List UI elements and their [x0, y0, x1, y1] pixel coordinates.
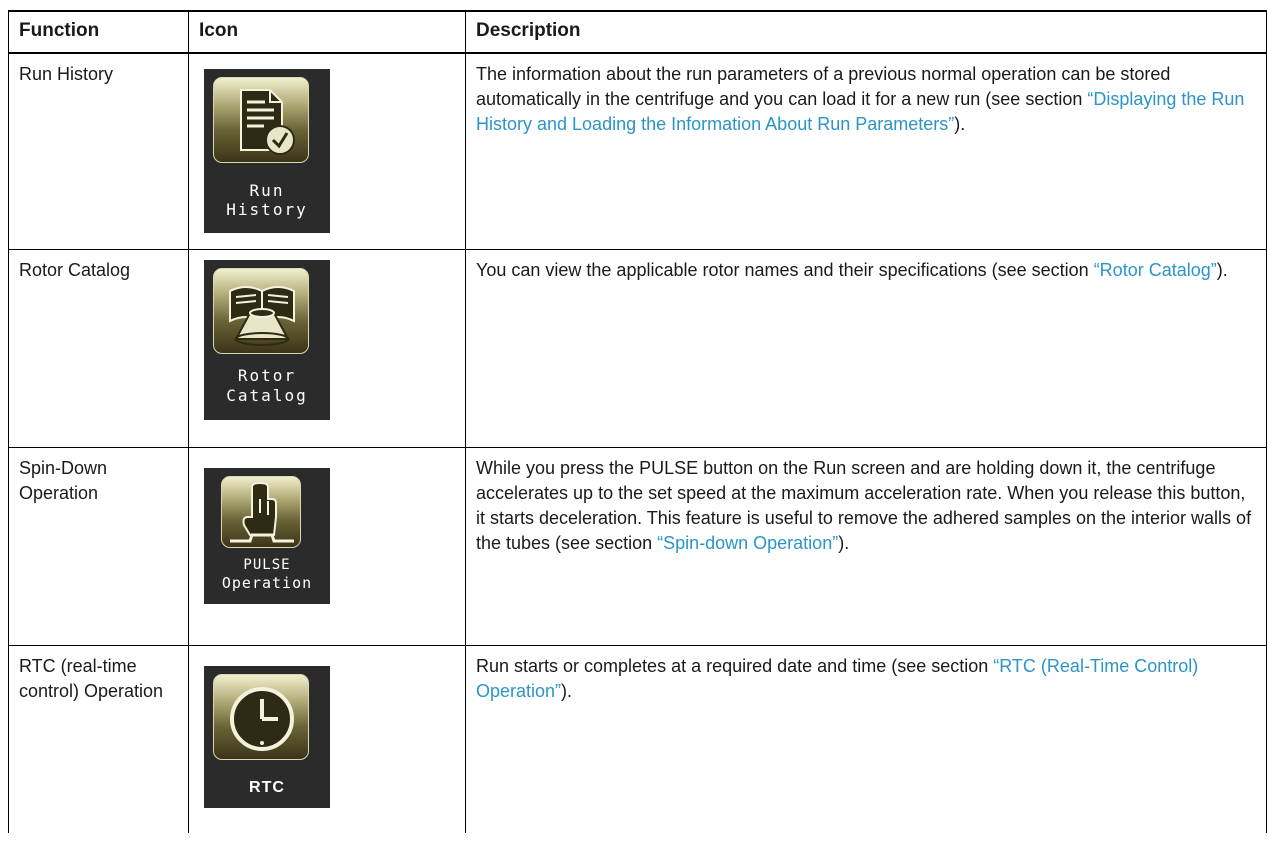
description: The information about the run parameters… [465, 52, 1267, 250]
function-name: Run History [8, 52, 189, 250]
clock-glyph [230, 686, 294, 751]
description: You can view the applicable rotor names … [465, 248, 1267, 448]
finger-press-glyph [230, 481, 294, 542]
header-description: Description [465, 10, 1267, 54]
rtc-clock-icon: RTC [204, 665, 330, 808]
icon-label: PULSE [243, 556, 291, 573]
description-text: While you press the PULSE button on the … [476, 457, 1252, 553]
function-table: Function Icon Description Run History Ru… [8, 10, 1267, 833]
table-row: Run History Run History The information … [8, 52, 1267, 250]
section-link[interactable]: “Spin-down Operation” [657, 533, 838, 553]
function-name: Spin-Down Operation [8, 446, 189, 646]
icon-label: RTC [249, 778, 285, 796]
description-text: The information about the run parameters… [476, 64, 1171, 109]
book-rotor-glyph [229, 285, 295, 346]
section-link[interactable]: “Rotor Catalog” [1094, 260, 1217, 280]
description: Run starts or completes at a required da… [465, 644, 1267, 833]
icon-label: History [226, 200, 308, 219]
function-name: Rotor Catalog [8, 248, 189, 448]
run-history-icon: Run History [204, 69, 330, 233]
description-text: Run starts or completes at a required da… [476, 655, 994, 676]
header-icon: Icon [188, 10, 466, 54]
icon-label: Run [249, 181, 285, 200]
icon-label: Operation [221, 573, 313, 592]
table-row: Spin-Down Operation PULSE Operation Whil… [8, 446, 1267, 646]
pulse-operation-icon: PULSE Operation [204, 467, 330, 604]
table-row: Rotor Catalog Rotor Catalog You can view… [8, 248, 1267, 448]
function-name: RTC (real-time control) Operation [8, 644, 189, 833]
icon-cell: RTC [188, 644, 466, 833]
description: While you press the PULSE button on the … [465, 446, 1267, 646]
header-function: Function [8, 10, 189, 54]
rotor-catalog-icon: Rotor Catalog [204, 259, 330, 420]
description-text: ). [838, 532, 850, 553]
header-row: Function Icon Description [8, 10, 1267, 54]
icon-label: Rotor [237, 365, 297, 385]
icon-cell: PULSE Operation [188, 446, 466, 646]
description-text: ). [954, 114, 966, 134]
description-text: ). [1216, 259, 1228, 280]
icon-cell: Run History [188, 52, 466, 250]
description-text: You can view the applicable rotor names … [476, 259, 1094, 280]
icon-label: Catalog [226, 385, 308, 405]
table-row: RTC (real-time control) Operation RTC Ru… [8, 644, 1267, 833]
description-text: ). [561, 680, 573, 701]
document-check-glyph [240, 89, 295, 155]
icon-cell: Rotor Catalog [188, 248, 466, 448]
